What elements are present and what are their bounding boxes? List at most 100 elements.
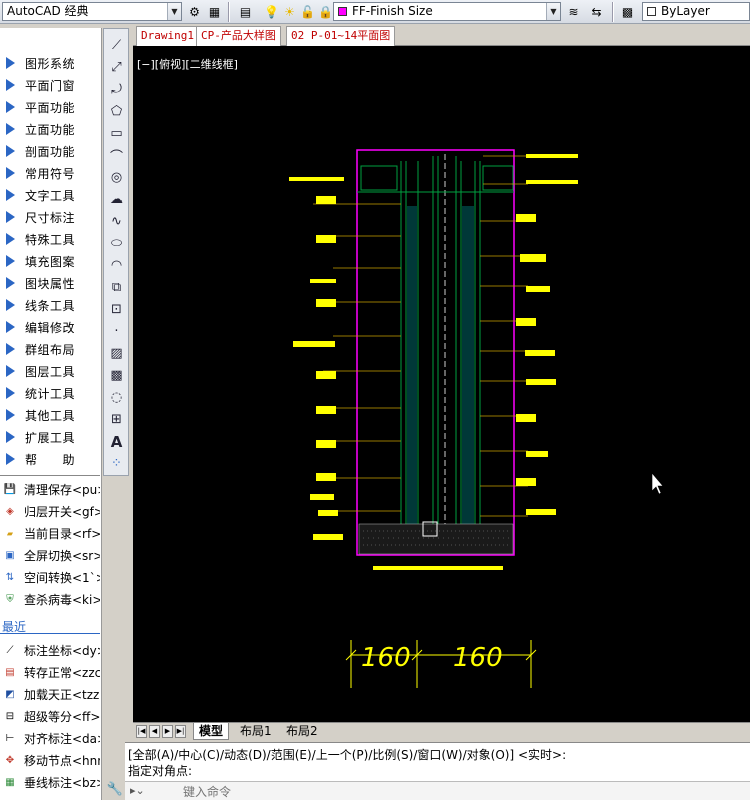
layer-previous-icon[interactable]: ⇆ <box>587 2 606 21</box>
ellipse-arc-icon[interactable]: ◠ <box>106 255 127 276</box>
hatch-icon[interactable]: ▨ <box>106 343 127 364</box>
side-menu-item[interactable]: 文字工具 <box>0 184 100 206</box>
antivirus-icon: ⛨ <box>6 593 14 605</box>
layers-icon: ◈ <box>6 505 14 517</box>
command-item[interactable]: ◈ 归层开关<gf> <box>0 500 100 522</box>
side-menu-item[interactable]: 图块属性 <box>0 272 100 294</box>
side-menu-item[interactable]: 图形系统 <box>0 52 100 74</box>
workspace-dropdown[interactable]: AutoCAD 经典 ▼ <box>2 2 182 21</box>
dimension-text-1: 160 <box>361 643 411 673</box>
side-menu-item[interactable]: 剖面功能 <box>0 140 100 162</box>
rectangle-icon[interactable]: ▭ <box>106 123 127 144</box>
tab-layout1[interactable]: 布局1 <box>235 723 277 740</box>
side-menu-item[interactable]: 立面功能 <box>0 118 100 140</box>
drawing-canvas[interactable]: [−][俯视][二维线框] 160 160 <box>133 46 750 722</box>
layer-manager-icon[interactable]: ▤ <box>236 2 255 21</box>
workspace-icon[interactable]: ▦ <box>205 2 224 21</box>
side-menu-item[interactable]: 图层工具 <box>0 360 100 382</box>
line-icon[interactable]: ⟋ <box>106 35 127 56</box>
insulation-left <box>407 206 417 526</box>
command-item[interactable]: ▰ 当前目录<rf> <box>0 522 100 544</box>
insert-block-icon[interactable]: ⧉ <box>106 277 127 298</box>
side-menu-item[interactable]: 其他工具 <box>0 404 100 426</box>
sun-icon[interactable]: ☀ <box>280 2 299 21</box>
last-tab-icon[interactable]: ▶| <box>175 725 186 738</box>
recent-command-item[interactable]: ⊢ 对齐标注<da> <box>0 727 100 749</box>
recent-command-item[interactable]: ▦ 垂线标注<bz> <box>0 771 100 793</box>
recent-command-item[interactable]: ▤ 转存正常<zzc> <box>0 661 100 683</box>
gear-icon[interactable]: ⚙ <box>185 2 204 21</box>
side-menu-item[interactable]: 特殊工具 <box>0 228 100 250</box>
ellipse-icon[interactable]: ⬭ <box>106 233 127 254</box>
side-menu-item[interactable]: 平面门窗 <box>0 74 100 96</box>
command-input-bar: ▸⌄ <box>125 781 750 800</box>
recent-command-item[interactable]: ◩ 加载天正<tzz> <box>0 683 100 705</box>
command-item[interactable]: ▣ 全屏切换<sr> <box>0 544 100 566</box>
side-menu-label: 编辑修改 <box>25 320 76 335</box>
color-dropdown[interactable]: ByLayer <box>642 2 750 21</box>
command-item[interactable]: ⛨ 查杀病毒<ki> <box>0 588 100 610</box>
triangle-right-icon <box>6 101 15 113</box>
recent-command-item[interactable]: ⟋ 标注坐标<dy> <box>0 639 101 661</box>
draw-toolbar: ⟋ ⤢ ⤾ ⬠ ▭ ⌒ ◎ ☁ ∿ ⬭ ◠ ⧉ ⊡ · ▨ ▩ ◌ ⊞ A ⁘ <box>103 28 129 476</box>
region-icon[interactable]: ◌ <box>106 387 127 408</box>
recent-command-item[interactable]: ⊟ 超级等分<ff> <box>0 705 100 727</box>
tab-floor-plan[interactable]: 02 P-01~14平面图 <box>286 26 396 46</box>
tab-model[interactable]: 模型 <box>193 723 230 740</box>
lightbulb-icon[interactable]: 💡 <box>262 2 281 21</box>
insulation-right <box>462 206 474 526</box>
panel-divider <box>0 475 100 476</box>
command-label: 移动节点<hnn> <box>24 753 100 768</box>
tab-drawing1[interactable]: Drawing1 <box>136 26 199 46</box>
color-palette-icon[interactable]: ▩ <box>618 2 637 21</box>
side-menu-item[interactable]: 帮 助 <box>0 448 100 470</box>
polyline-icon[interactable]: ⤾ <box>106 79 127 100</box>
wrench-icon[interactable]: 🔧 <box>105 778 125 800</box>
side-menu-item[interactable]: 扩展工具 <box>0 426 100 448</box>
toolbar-divider <box>612 2 614 22</box>
construction-line-icon[interactable]: ⤢ <box>106 57 127 78</box>
polygon-icon[interactable]: ⬠ <box>106 101 127 122</box>
side-menu-label: 线条工具 <box>25 298 76 313</box>
add-selected-icon[interactable]: ⁘ <box>106 453 127 474</box>
command-prompt-icon[interactable]: ▸⌄ <box>130 784 145 797</box>
side-menu-item[interactable]: 填充图案 <box>0 250 100 272</box>
side-menu-item[interactable]: 常用符号 <box>0 162 100 184</box>
next-tab-icon[interactable]: ▶ <box>162 725 173 738</box>
command-input[interactable] <box>183 784 623 800</box>
side-menu-item[interactable]: 统计工具 <box>0 382 100 404</box>
revcloud-icon[interactable]: ☁ <box>106 189 127 210</box>
side-menu-label: 尺寸标注 <box>25 210 76 225</box>
side-menu-label: 平面门窗 <box>25 78 76 93</box>
gradient-icon[interactable]: ▩ <box>106 365 127 386</box>
tab-layout2[interactable]: 布局2 <box>281 723 323 740</box>
multiline-text-icon[interactable]: A <box>106 431 127 452</box>
circle-icon[interactable]: ◎ <box>106 167 127 188</box>
tab-cp-detail[interactable]: CP-产品大样图 <box>196 26 281 46</box>
color-value: ByLayer <box>661 4 710 18</box>
command-item[interactable]: ⇅ 空间转换<1`> <box>0 566 100 588</box>
side-menu-item[interactable]: 平面功能 <box>0 96 100 118</box>
point-icon[interactable]: · <box>106 321 127 342</box>
command-item[interactable]: 💾 清理保存<pu> <box>0 478 100 500</box>
autocad-window: AutoCAD 经典 ▼ ⚙ ▦ ▤ 💡 ☀ 🔓 🔒 FF-Finish Siz… <box>0 0 750 800</box>
unlocked-icon[interactable]: 🔓 <box>298 2 317 21</box>
make-block-icon[interactable]: ⊡ <box>106 299 127 320</box>
table-icon[interactable]: ⊞ <box>106 409 127 430</box>
side-menu-item[interactable]: 尺寸标注 <box>0 206 100 228</box>
side-menu-item[interactable]: 群组布局 <box>0 338 100 360</box>
first-tab-icon[interactable]: |◀ <box>136 725 147 738</box>
spline-icon[interactable]: ∿ <box>106 211 127 232</box>
recent-divider <box>0 633 100 634</box>
prev-tab-icon[interactable]: ◀ <box>149 725 160 738</box>
side-menu-item[interactable]: 线条工具 <box>0 294 100 316</box>
layer-dropdown[interactable]: FF-Finish Size ▼ <box>333 2 561 21</box>
load-icon: ◩ <box>5 688 15 700</box>
side-menu-item[interactable]: 编辑修改 <box>0 316 100 338</box>
side-menu-label: 常用符号 <box>25 166 76 181</box>
recent-command-item[interactable]: ✥ 移动节点<hnn> <box>0 749 100 771</box>
match-layer-icon[interactable]: ≋ <box>564 2 583 21</box>
arc-icon[interactable]: ⌒ <box>106 145 127 166</box>
top-cap-left <box>360 165 398 191</box>
layer-color-swatch <box>338 7 347 16</box>
